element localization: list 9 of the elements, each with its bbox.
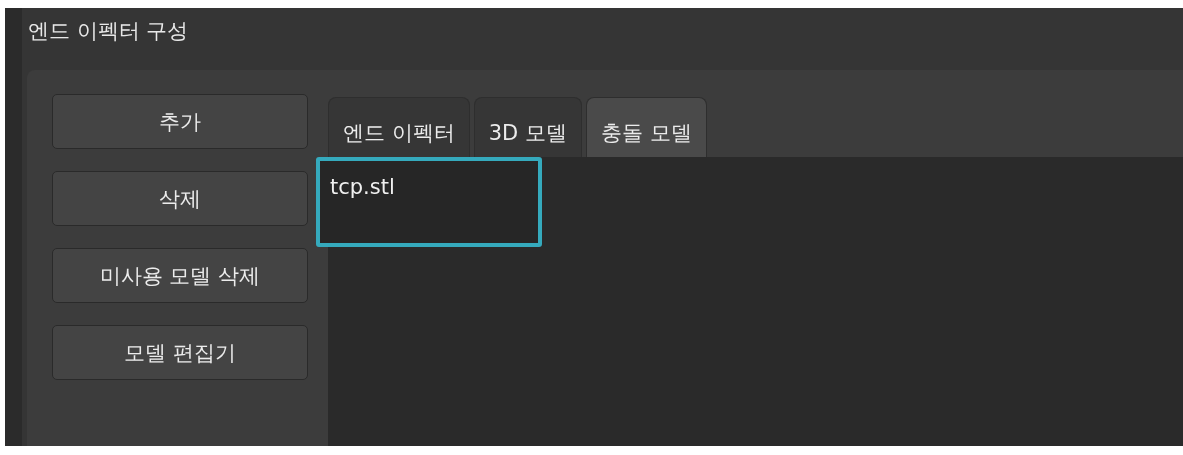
tab[interactable]: 3D 모델 xyxy=(473,97,582,157)
file-item[interactable]: tcp.stl xyxy=(316,157,542,247)
action-button[interactable]: 추가 xyxy=(52,94,308,149)
tab[interactable]: 엔드 이펙터 xyxy=(328,97,470,157)
tab[interactable]: 충돌 모델 xyxy=(585,97,707,157)
action-button[interactable]: 삭제 xyxy=(52,171,308,226)
window-title: 엔드 이펙터 구성 xyxy=(27,18,190,45)
action-button[interactable]: 미사용 모델 삭제 xyxy=(52,248,308,303)
action-button[interactable]: 모델 편집기 xyxy=(52,325,308,380)
